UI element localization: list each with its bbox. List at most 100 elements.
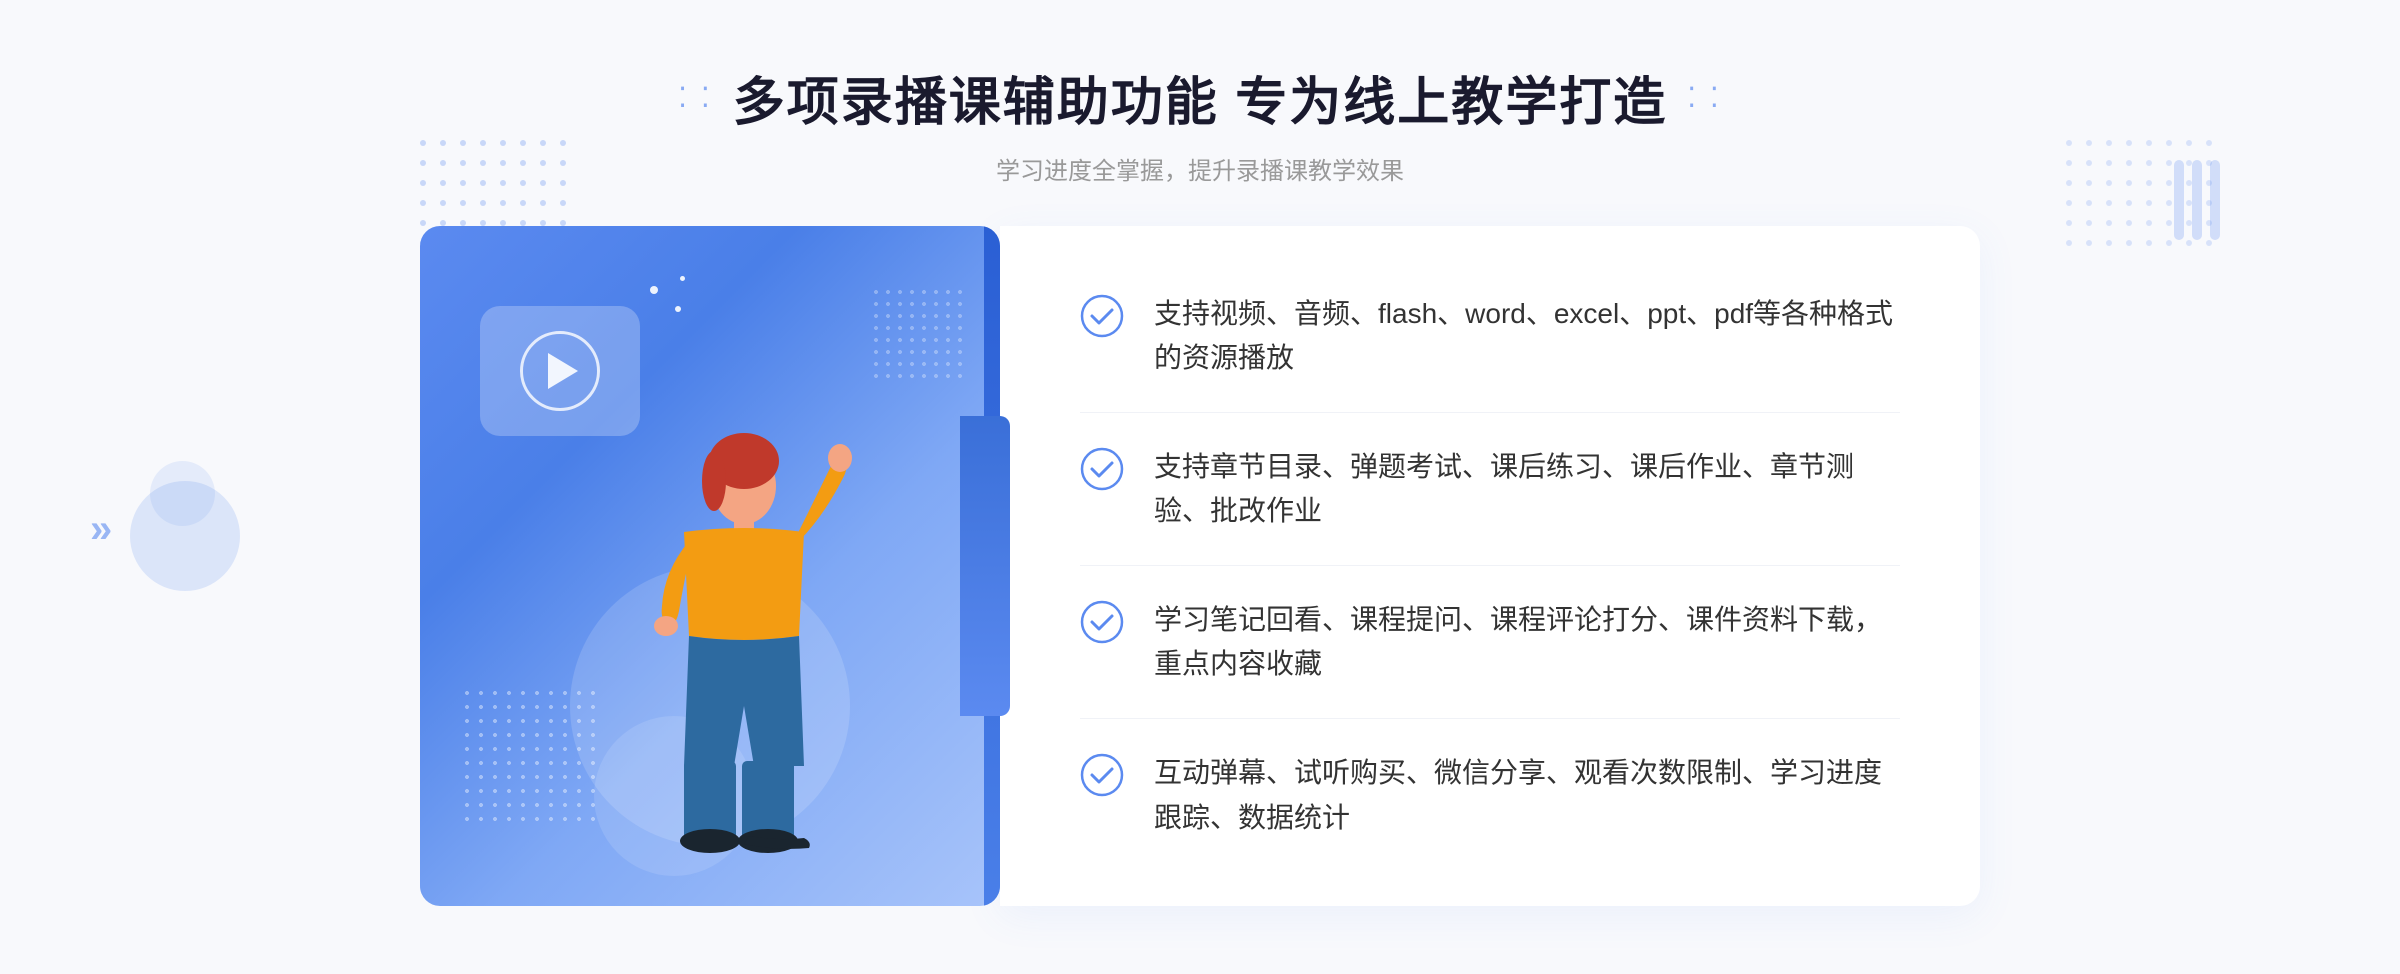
dot [440,160,446,166]
dot [2126,240,2132,246]
dot [2146,140,2152,146]
play-icon-circle [520,331,600,411]
dot [420,140,426,146]
dot [2106,180,2112,186]
dot [2186,240,2192,246]
subtitle: 学习进度全掌握，提升录播课教学效果 [996,151,1404,186]
dot [2106,200,2112,206]
sparkle-dot-2 [680,276,685,281]
title-dots-right: ⁚ ⁚ [1687,81,1722,114]
dot [500,200,506,206]
human-figure [584,426,864,906]
dot [2066,180,2072,186]
v-line-3 [2210,160,2220,240]
dot [2146,180,2152,186]
dot [520,180,526,186]
header-section: ⁚ ⁚ 多项录播课辅助功能 专为线上教学打造 ⁚ ⁚ 学习进度全掌握，提升录播课… [0,0,2400,186]
feature-divider-2 [1080,565,1900,566]
dot [460,140,466,146]
feature-text-2: 支持章节目录、弹题考试、课后练习、课后作业、章节测验、批改作业 [1154,445,1900,535]
dot [500,160,506,166]
dot [460,180,466,186]
dot [540,180,546,186]
page-container: ⁚ ⁚ 多项录播课辅助功能 专为线上教学打造 ⁚ ⁚ 学习进度全掌握，提升录播课… [0,0,2400,974]
dot [2166,160,2172,166]
dot [2126,220,2132,226]
dot [2126,200,2132,206]
dot [440,200,446,206]
play-bubble [480,306,640,436]
dot [2146,160,2152,166]
dot [480,140,486,146]
dot [2066,220,2072,226]
dot [2106,160,2112,166]
check-icon-2 [1080,447,1124,491]
character-svg [584,426,864,906]
dot [2086,200,2092,206]
dot [560,140,566,146]
dot [520,160,526,166]
play-triangle-icon [548,353,578,389]
feature-item-2: 支持章节目录、弹题考试、课后练习、课后作业、章节测验、批改作业 [1080,445,1900,535]
dot [2206,140,2212,146]
feature-text-3: 学习笔记回看、课程提问、课程评论打分、课件资料下载，重点内容收藏 [1154,598,1900,688]
dot [2086,160,2092,166]
dot [440,180,446,186]
dot [560,200,566,206]
dot [480,160,486,166]
dot [2166,200,2172,206]
dot [460,200,466,206]
v-line-1 [2174,160,2184,240]
feature-divider-3 [1080,718,1900,719]
features-panel: 支持视频、音频、flash、word、excel、ppt、pdf等各种格式的资源… [1000,226,1980,906]
dot [2126,160,2132,166]
dot [460,160,466,166]
left-arrows: » [90,507,112,552]
dot [2206,240,2212,246]
dots-pattern-top [870,286,970,386]
dot [2066,240,2072,246]
dot [2166,140,2172,146]
main-title: 多项录播课辅助功能 专为线上教学打造 [733,60,1667,135]
dot [2086,180,2092,186]
dot [500,180,506,186]
dot [2106,220,2112,226]
dot [440,140,446,146]
dot [2106,240,2112,246]
dot [2166,220,2172,226]
dot [480,200,486,206]
dot [2146,240,2152,246]
feature-divider-1 [1080,412,1900,413]
dot [2166,240,2172,246]
title-row: ⁚ ⁚ 多项录播课辅助功能 专为线上教学打造 ⁚ ⁚ [678,60,1722,135]
dot [540,200,546,206]
side-tab [960,416,1010,716]
dot [480,180,486,186]
vertical-lines-deco [2174,160,2220,240]
dot [540,140,546,146]
dot [420,160,426,166]
feature-text-4: 互动弹幕、试听购买、微信分享、观看次数限制、学习进度跟踪、数据统计 [1154,751,1900,841]
dot [2086,220,2092,226]
feature-item-3: 学习笔记回看、课程提问、课程评论打分、课件资料下载，重点内容收藏 [1080,598,1900,688]
dot [520,200,526,206]
dot [500,140,506,146]
check-icon-1 [1080,294,1124,338]
dot [2086,240,2092,246]
v-line-2 [2192,160,2202,240]
dot [520,140,526,146]
check-icon-4 [1080,753,1124,797]
sparkle-dot-3 [675,306,681,312]
dot [2146,220,2152,226]
dot [2106,140,2112,146]
check-icon-3 [1080,600,1124,644]
title-dots-left: ⁚ ⁚ [678,81,713,114]
dot [560,180,566,186]
dot [560,160,566,166]
dot [2066,140,2072,146]
dot [2126,140,2132,146]
dot [2086,140,2092,146]
feature-text-1: 支持视频、音频、flash、word、excel、ppt、pdf等各种格式的资源… [1154,292,1900,382]
dot [2066,200,2072,206]
dot [2166,180,2172,186]
